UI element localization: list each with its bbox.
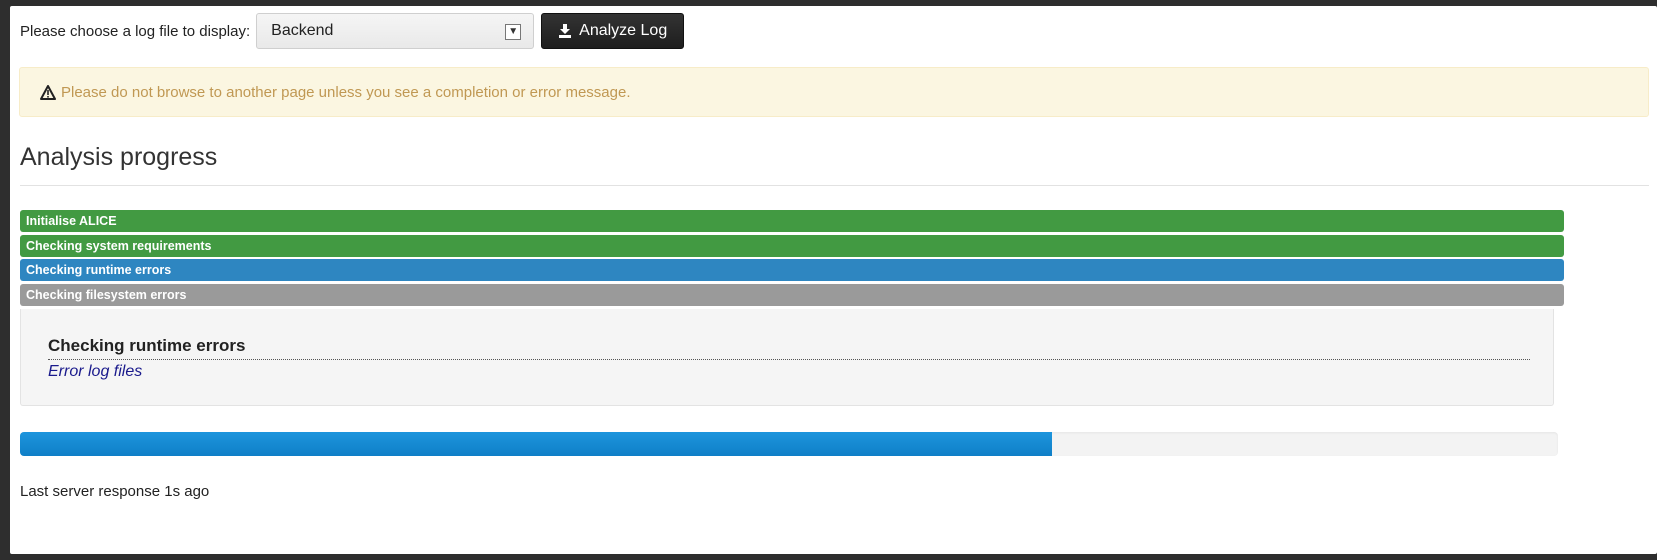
page-title: Analysis progress [20, 143, 218, 171]
error-log-files-link[interactable]: Error log files [48, 363, 142, 381]
step-list: Initialise ALICE Checking system require… [20, 210, 1564, 308]
analyze-log-button[interactable]: Analyze Log [541, 13, 685, 49]
log-file-select[interactable]: Backend ▼ [256, 13, 535, 49]
step-filesystem-errors: Checking filesystem errors [20, 283, 1564, 306]
progress-fill [20, 432, 1052, 456]
warning-alert: Please do not browse to another page unl… [19, 67, 1649, 117]
warning-message: Please do not browse to another page unl… [61, 83, 631, 101]
log-toolbar: Please choose a log file to display: Bac… [20, 13, 685, 49]
log-file-select-value: Backend [271, 22, 334, 39]
step-system-requirements: Checking system requirements [20, 234, 1564, 257]
app-window: Please choose a log file to display: Bac… [10, 6, 1657, 554]
chevron-down-icon[interactable]: ▼ [505, 24, 522, 40]
analyze-log-label: Analyze Log [579, 22, 668, 39]
step-detail-title: Checking runtime errors [48, 336, 246, 355]
step-detail-panel: Checking runtime errors Error log files [20, 309, 1554, 406]
step-runtime-errors: Checking runtime errors [20, 259, 1564, 281]
analysis-progress-bar [20, 432, 1558, 456]
warning-icon [40, 84, 56, 100]
title-divider [20, 185, 1649, 186]
choose-log-label: Please choose a log file to display: [20, 22, 251, 40]
server-status: Last server response 1s ago [20, 483, 210, 500]
step-detail-divider [48, 359, 1530, 360]
step-initialise-alice: Initialise ALICE [20, 210, 1564, 232]
download-icon [559, 24, 572, 38]
